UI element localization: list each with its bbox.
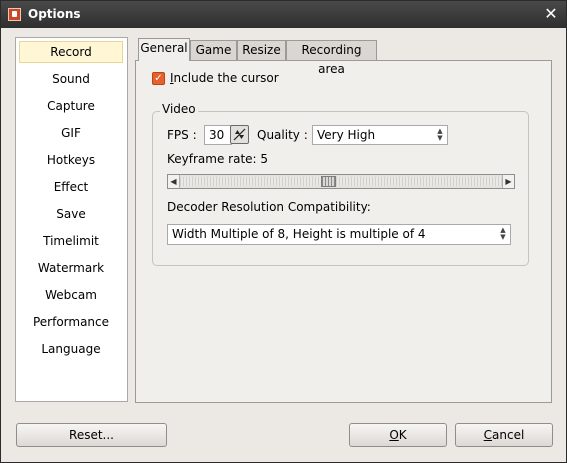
- tab-recording-area[interactable]: Recording area: [286, 40, 377, 76]
- sidebar-item-language[interactable]: Language: [19, 338, 123, 360]
- window-title: Options: [28, 7, 81, 21]
- reset-button[interactable]: Reset...: [16, 423, 167, 447]
- sidebar-item-hotkeys[interactable]: Hotkeys: [19, 149, 123, 171]
- quality-select[interactable]: Very High ▲ ▼: [312, 125, 448, 145]
- decoder-compat-label: Decoder Resolution Compatibility:: [167, 200, 371, 214]
- include-cursor-checkbox[interactable]: ✓: [152, 72, 165, 85]
- keyframe-rate-label: Keyframe rate: 5: [167, 152, 269, 166]
- sidebar-item-gif[interactable]: GIF: [19, 122, 123, 144]
- fps-label: FPS :: [167, 128, 197, 142]
- keyframe-rate-slider[interactable]: ◀ ▶: [167, 174, 515, 189]
- include-cursor-label[interactable]: Include the cursor: [170, 71, 279, 85]
- sidebar-item-webcam[interactable]: Webcam: [19, 284, 123, 306]
- title-bar[interactable]: Options ✕: [1, 1, 566, 28]
- cancel-button[interactable]: Cancel: [455, 423, 553, 447]
- app-icon: [8, 8, 21, 21]
- sidebar-item-timelimit[interactable]: Timelimit: [19, 230, 123, 252]
- sidebar-item-watermark[interactable]: Watermark: [19, 257, 123, 279]
- fps-stepper[interactable]: [230, 125, 249, 144]
- quality-value: Very High: [317, 128, 376, 142]
- slider-left-arrow-icon[interactable]: ◀: [168, 175, 180, 188]
- updown-arrows-icon: ▲ ▼: [437, 127, 443, 142]
- ok-button[interactable]: OK: [349, 423, 447, 447]
- spinner-arrows-icon: [233, 128, 246, 141]
- tab-game[interactable]: Game: [190, 40, 237, 60]
- updown-arrows-icon: ▲ ▼: [500, 226, 506, 241]
- slider-right-arrow-icon[interactable]: ▶: [502, 175, 514, 188]
- close-icon: ✕: [544, 4, 558, 23]
- slider-track[interactable]: [180, 177, 502, 186]
- sidebar-item-record[interactable]: Record: [19, 41, 123, 63]
- quality-label: Quality :: [257, 128, 308, 142]
- checkmark-icon: ✓: [154, 73, 163, 84]
- decoder-compat-select[interactable]: Width Multiple of 8, Height is multiple …: [167, 224, 511, 245]
- fps-input[interactable]: 30: [204, 125, 232, 145]
- decoder-compat-value: Width Multiple of 8, Height is multiple …: [172, 227, 426, 241]
- sidebar-item-sound[interactable]: Sound: [19, 68, 123, 90]
- slider-thumb[interactable]: [321, 176, 337, 187]
- tab-resize[interactable]: Resize: [237, 40, 286, 60]
- video-group-title: Video: [160, 102, 198, 116]
- options-sidebar: Record Sound Capture GIF Hotkeys Effect …: [15, 37, 128, 402]
- sidebar-item-performance[interactable]: Performance: [19, 311, 123, 333]
- close-button[interactable]: ✕: [541, 4, 561, 24]
- tab-general[interactable]: General: [138, 38, 190, 61]
- sidebar-item-effect[interactable]: Effect: [19, 176, 123, 198]
- sidebar-item-save[interactable]: Save: [19, 203, 123, 225]
- sidebar-item-capture[interactable]: Capture: [19, 95, 123, 117]
